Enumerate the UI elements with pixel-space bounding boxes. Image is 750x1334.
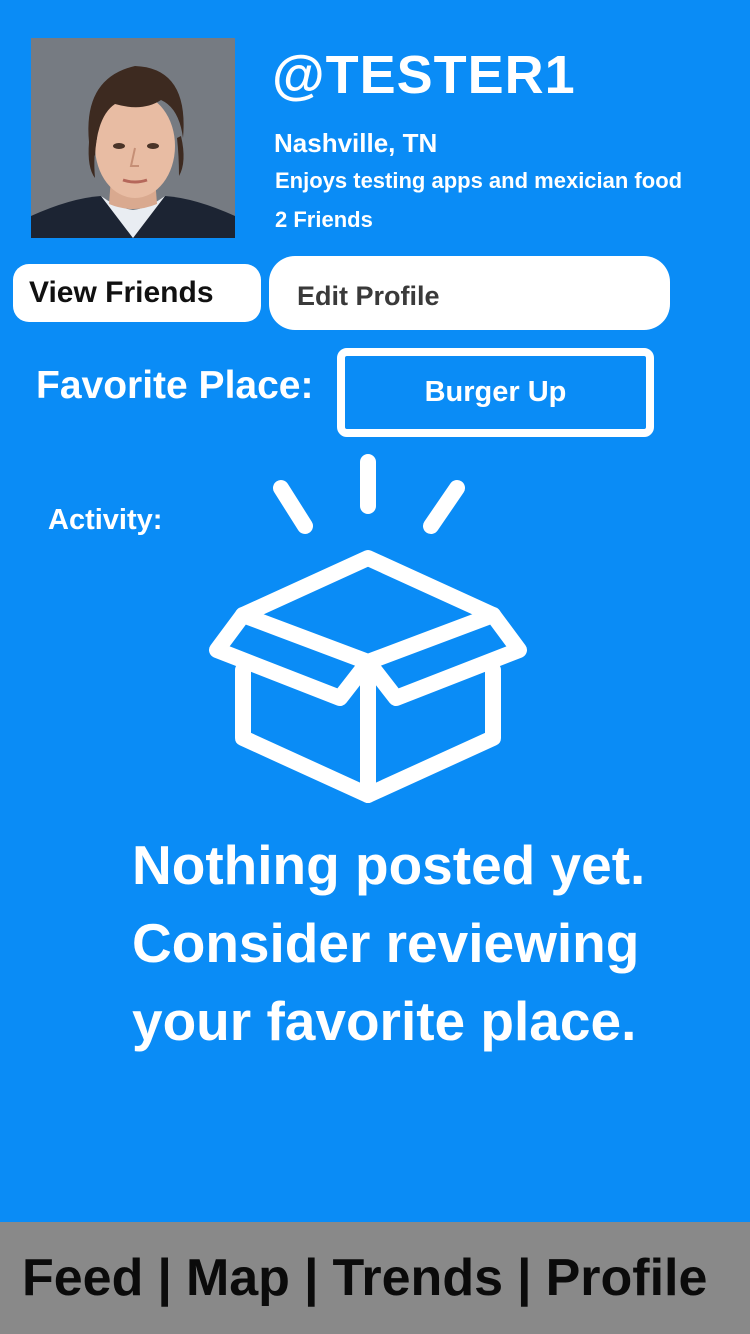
username: @TESTER1 xyxy=(272,45,576,105)
nav-separator: | xyxy=(157,1249,172,1307)
favorite-place-label: Favorite Place: xyxy=(36,364,314,407)
avatar xyxy=(31,38,235,238)
friends-count: 2 Friends xyxy=(275,207,373,232)
favorite-place-button[interactable]: Burger Up xyxy=(337,348,654,437)
edit-profile-button[interactable]: Edit Profile xyxy=(269,256,670,330)
location-text: Nashville, TN xyxy=(274,128,438,158)
empty-message-line: Nothing posted yet. xyxy=(132,834,646,896)
nav-feed[interactable]: Feed xyxy=(22,1249,143,1307)
nav-map[interactable]: Map xyxy=(186,1249,290,1307)
nav-trends[interactable]: Trends xyxy=(333,1249,504,1307)
nav-separator: | xyxy=(517,1249,532,1307)
bottom-nav: Feed | Map | Trends | Profile xyxy=(0,1222,750,1334)
profile-photo xyxy=(31,38,235,238)
activity-label: Activity: xyxy=(48,504,163,536)
empty-message-line: your favorite place. xyxy=(132,990,637,1052)
nav-profile[interactable]: Profile xyxy=(546,1249,708,1307)
empty-activity-message: Nothing posted yet. Consider reviewing y… xyxy=(132,826,732,1060)
nav-separator: | xyxy=(303,1249,319,1307)
open-box-icon xyxy=(209,454,527,803)
bio-text: Enjoys testing apps and mexician food xyxy=(275,168,683,193)
empty-message-line: Consider reviewing xyxy=(132,912,640,974)
view-friends-button[interactable]: View Friends xyxy=(13,264,261,322)
